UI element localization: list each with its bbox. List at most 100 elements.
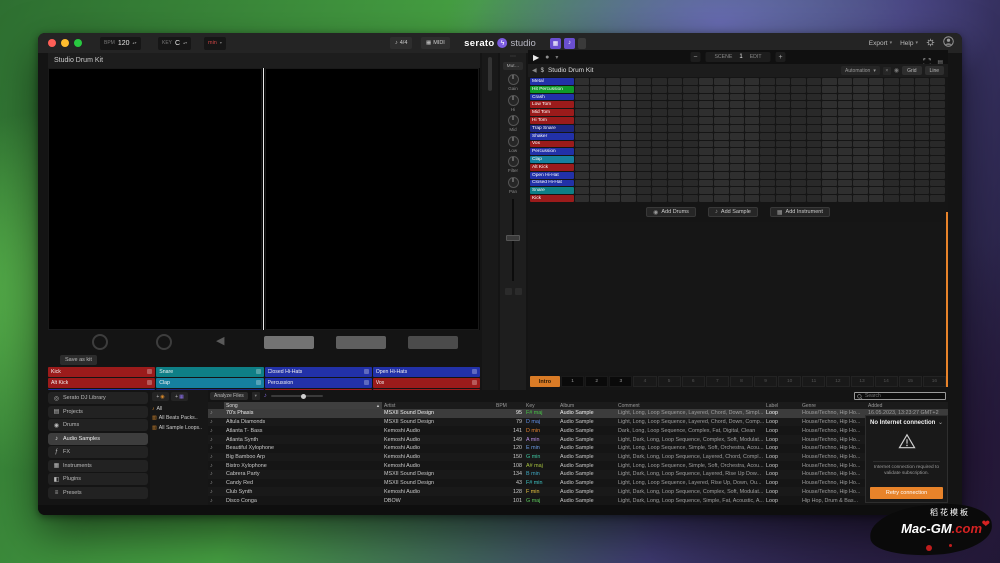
step-cell[interactable] [776,117,790,124]
step-cell[interactable] [776,86,790,93]
step-cell[interactable] [606,117,620,124]
step-cell[interactable] [853,195,867,202]
step-cell[interactable] [730,156,744,163]
step-cell[interactable] [807,180,821,187]
step-cell[interactable] [884,86,898,93]
step-cell[interactable] [668,156,682,163]
step-cell[interactable] [683,117,697,124]
step-cell[interactable] [853,117,867,124]
track-name-pill[interactable]: Trap Snare [530,125,574,132]
step-cell[interactable] [683,141,697,148]
step-cell[interactable] [838,141,852,148]
step-cell[interactable] [760,156,774,163]
step-cell[interactable] [683,164,697,171]
step-cell[interactable] [714,156,728,163]
step-cell[interactable] [590,86,604,93]
step-cell[interactable] [853,109,867,116]
track-name-pill[interactable]: Clap [530,156,574,163]
step-cell[interactable] [791,164,805,171]
step-cell[interactable] [699,172,713,179]
step-cell[interactable] [668,180,682,187]
collapse-chevron-icon[interactable]: ⌄ [938,419,943,426]
step-cell[interactable] [652,195,666,202]
step-cell[interactable] [915,117,929,124]
step-cell[interactable] [884,156,898,163]
step-cell[interactable] [590,125,604,132]
step-cell[interactable] [853,86,867,93]
step-cell[interactable] [776,109,790,116]
knob-dial-icon[interactable] [508,115,519,126]
step-cell[interactable] [730,125,744,132]
step-cell[interactable] [668,109,682,116]
step-cell[interactable] [884,141,898,148]
search-box[interactable] [854,392,946,401]
step-cell[interactable] [915,133,929,140]
step-cell[interactable] [575,125,589,132]
table-row[interactable]: ♪Bistro XylophoneKemoshi Audio108A# majA… [208,461,948,470]
step-cell[interactable] [822,78,836,85]
step-cell[interactable] [714,117,728,124]
step-cell[interactable] [884,180,898,187]
column-header-bpm[interactable]: BPM [494,402,524,409]
step-cell[interactable] [776,195,790,202]
add-drum-kit-button[interactable]: +◉ [152,392,169,401]
track-name-pill[interactable]: Hit Percussion [530,86,574,93]
step-cell[interactable] [915,156,929,163]
sidebar-item-instruments[interactable]: ▦Instruments [48,460,148,472]
step-cell[interactable] [714,78,728,85]
drum-pad[interactable]: Snare [156,367,263,377]
pad-edit-icon[interactable] [256,369,261,374]
scene-slot[interactable]: 1 [561,376,584,387]
step-cell[interactable] [745,164,759,171]
step-cell[interactable] [822,172,836,179]
step-cell[interactable] [714,164,728,171]
step-cell[interactable] [791,156,805,163]
step-cell[interactable] [668,94,682,101]
zoom-button[interactable] [74,39,82,47]
step-cell[interactable] [776,133,790,140]
column-header-song[interactable]: Song▲ [224,402,382,409]
sidebar-item-serato-dj-library[interactable]: ◎Serato DJ Library [48,392,148,404]
sidebar-item-audio-samples[interactable]: ♪Audio Samples [48,433,148,445]
step-cell[interactable] [884,187,898,194]
step-cell[interactable] [745,86,759,93]
step-cell[interactable] [699,86,713,93]
step-cell[interactable] [853,164,867,171]
column-header-genre[interactable]: Genre [800,402,866,409]
grid-view-button[interactable]: Grid [902,66,921,75]
export-button[interactable]: Export ▾ [869,40,892,47]
step-cell[interactable] [930,133,944,140]
scene-slot[interactable]: 4 [633,376,656,387]
step-cell[interactable] [822,195,836,202]
step-cell[interactable] [822,148,836,155]
pad-edit-icon[interactable] [364,380,369,385]
channel-knob[interactable]: Mid [508,115,519,132]
table-row[interactable]: ♪Club SynthKemoshi Audio128F minAudio Sa… [208,487,948,496]
drum-pad[interactable]: Alt Kick [48,378,155,388]
chevron-down-icon[interactable]: ▾ [555,54,558,61]
step-cell[interactable] [745,172,759,179]
step-cell[interactable] [791,117,805,124]
step-cell[interactable] [699,101,713,108]
knob-dial-icon[interactable] [508,136,519,147]
step-cell[interactable] [714,195,728,202]
step-cell[interactable] [621,172,635,179]
step-cell[interactable] [930,164,944,171]
step-cell[interactable] [884,172,898,179]
step-cell[interactable] [869,180,883,187]
step-cell[interactable] [637,94,651,101]
track-name-pill[interactable]: Closed Hi-Hat [530,180,574,187]
step-cell[interactable] [900,117,914,124]
pad-bank-button-3[interactable] [408,336,458,349]
add-instrument-crate-button[interactable]: +▦ [171,392,188,401]
step-cell[interactable] [745,141,759,148]
step-cell[interactable] [869,78,883,85]
drum-pad[interactable]: Clap [156,378,263,388]
pad-edit-icon[interactable] [364,369,369,374]
step-cell[interactable] [590,141,604,148]
step-cell[interactable] [575,101,589,108]
drag-handle-icon[interactable]: ⋯ [510,55,516,60]
step-cell[interactable] [838,109,852,116]
track-name-pill[interactable]: Alt Kick [530,164,574,171]
step-cell[interactable] [606,94,620,101]
